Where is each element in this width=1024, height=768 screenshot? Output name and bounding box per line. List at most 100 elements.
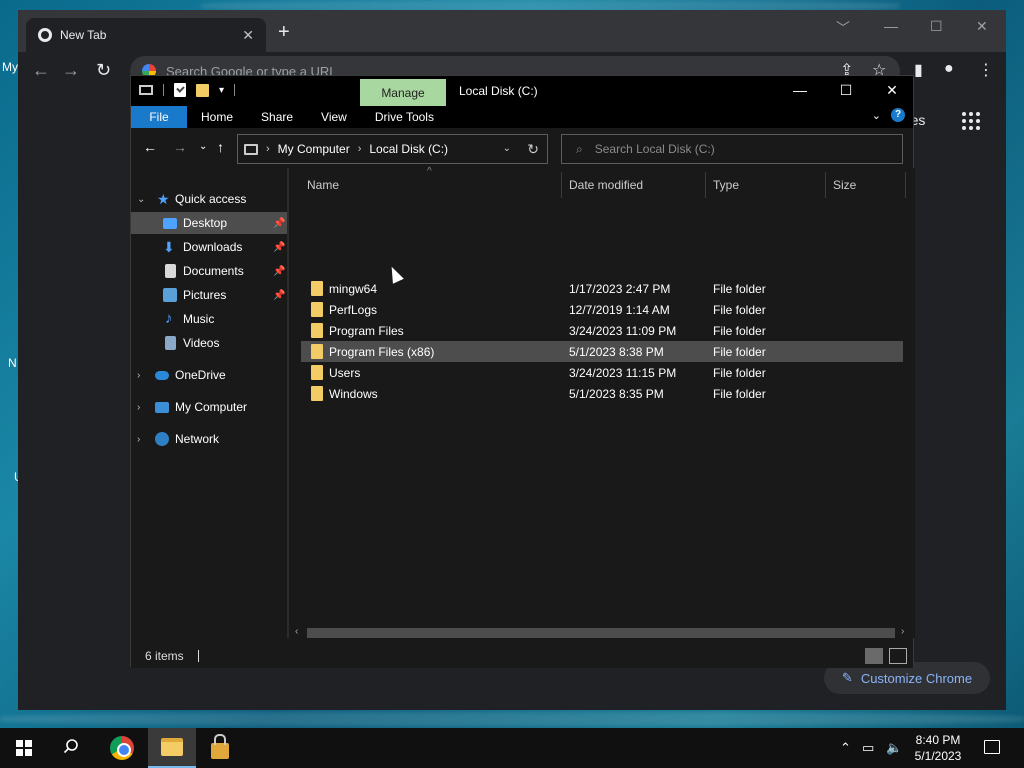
- file-row[interactable]: Windows 5/1/2023 8:35 PM File folder: [301, 383, 903, 404]
- profile-avatar-icon[interactable]: ●: [944, 60, 954, 78]
- volume-icon[interactable]: 🔈: [886, 740, 902, 756]
- chevron-right-icon[interactable]: ›: [137, 402, 140, 413]
- taskbar-app-lock[interactable]: [196, 728, 244, 768]
- column-divider[interactable]: [561, 172, 562, 198]
- close-window-button[interactable]: ✕: [976, 18, 988, 35]
- pin-icon[interactable]: 📌: [273, 218, 285, 229]
- scroll-left-icon[interactable]: ‹: [295, 626, 298, 637]
- nav-item-pictures[interactable]: Pictures 📌: [131, 284, 287, 306]
- column-header-name[interactable]: Name: [307, 174, 339, 196]
- nav-item-label: Documents: [183, 264, 244, 278]
- properties-icon[interactable]: [174, 83, 186, 97]
- search-icon[interactable]: [63, 738, 79, 754]
- tab-file[interactable]: File: [131, 106, 187, 128]
- pin-icon[interactable]: 📌: [273, 242, 285, 253]
- help-icon[interactable]: ?: [891, 108, 905, 122]
- chevron-down-icon[interactable]: ⌄: [503, 143, 511, 154]
- windows-start-icon[interactable]: [16, 740, 32, 756]
- file-row[interactable]: Users 3/24/2023 11:15 PM File folder: [301, 362, 903, 383]
- recent-locations-icon[interactable]: ⌄: [199, 142, 207, 152]
- nav-item-desktop[interactable]: Desktop 📌: [131, 212, 287, 234]
- minimize-button[interactable]: —: [884, 18, 898, 34]
- google-apps-icon[interactable]: [962, 112, 980, 130]
- column-divider[interactable]: [825, 172, 826, 198]
- folder-icon: [311, 281, 323, 296]
- file-row[interactable]: PerfLogs 12/7/2019 1:14 AM File folder: [301, 299, 903, 320]
- horizontal-scrollbar[interactable]: ‹ ›: [293, 626, 913, 640]
- tab-view[interactable]: View: [307, 106, 361, 128]
- video-icon: [165, 336, 176, 350]
- chevron-right-icon[interactable]: ›: [137, 370, 140, 381]
- desktop-icon: [163, 217, 177, 229]
- file-row[interactable]: Program Files (x86) 5/1/2023 8:38 PM Fil…: [301, 341, 903, 362]
- scrollbar-thumb[interactable]: [307, 628, 895, 638]
- column-divider[interactable]: [705, 172, 706, 198]
- menu-kebab-icon[interactable]: ⋮: [978, 60, 994, 80]
- nav-item-documents[interactable]: Documents 📌: [131, 260, 287, 282]
- tab-search-icon[interactable]: ﹀: [836, 18, 850, 38]
- address-bar[interactable]: › My Computer › Local Disk (C:) ⌄ ↻: [237, 134, 548, 164]
- minimize-button[interactable]: —: [777, 82, 823, 98]
- column-header-size[interactable]: Size: [833, 174, 856, 196]
- search-input[interactable]: ⌕ Search Local Disk (C:): [561, 134, 903, 164]
- notification-center-icon[interactable]: [984, 740, 1000, 754]
- pin-icon[interactable]: 📌: [273, 290, 285, 301]
- back-arrow-icon[interactable]: ←: [32, 61, 50, 79]
- maximize-button[interactable]: ☐: [930, 18, 943, 35]
- desktop-icon-label[interactable]: N: [8, 356, 17, 370]
- close-window-button[interactable]: ✕: [869, 82, 915, 99]
- scroll-right-icon[interactable]: ›: [901, 626, 904, 637]
- chevron-right-icon[interactable]: ›: [358, 143, 362, 155]
- taskbar-file-explorer[interactable]: [148, 728, 196, 768]
- side-panel-icon[interactable]: ▮: [914, 60, 923, 80]
- system-clock[interactable]: 8:40 PM 5/1/2023: [906, 732, 970, 764]
- pin-icon[interactable]: 📌: [273, 266, 285, 277]
- chrome-tab-favicon-icon: [38, 28, 52, 42]
- chevron-right-icon[interactable]: ›: [266, 143, 270, 155]
- folder-icon: [311, 344, 323, 359]
- tab-share[interactable]: Share: [247, 106, 307, 128]
- customize-toolbar-icon[interactable]: ▾: [219, 85, 224, 96]
- breadcrumb-my-computer[interactable]: My Computer: [278, 142, 350, 156]
- column-header-date-modified[interactable]: Date modified: [569, 174, 643, 196]
- nav-item-quick-access[interactable]: ⌄ ★ Quick access: [131, 188, 287, 210]
- nav-item-my-computer[interactable]: › My Computer: [131, 396, 287, 418]
- large-icons-view-icon[interactable]: [889, 648, 907, 664]
- nav-item-downloads[interactable]: ⬇ Downloads 📌: [131, 236, 287, 258]
- breadcrumb-local-disk[interactable]: Local Disk (C:): [369, 142, 448, 156]
- nav-item-onedrive[interactable]: › OneDrive: [131, 364, 287, 386]
- new-folder-icon[interactable]: [196, 83, 209, 97]
- window-title: Local Disk (C:): [459, 84, 538, 98]
- desktop-icon-label[interactable]: My: [2, 60, 18, 74]
- file-type: File folder: [713, 323, 766, 338]
- forward-arrow-icon[interactable]: →: [62, 61, 80, 79]
- pane-splitter[interactable]: [287, 168, 289, 638]
- back-arrow-icon[interactable]: ←: [143, 140, 157, 154]
- chevron-right-icon[interactable]: ›: [137, 434, 140, 445]
- chevron-down-icon[interactable]: ⌄: [137, 194, 145, 205]
- taskbar-chrome[interactable]: [98, 728, 146, 768]
- chevron-down-icon[interactable]: ⌄: [872, 109, 881, 122]
- forward-arrow-icon[interactable]: →: [173, 140, 187, 154]
- tab-drive-tools[interactable]: Drive Tools: [361, 106, 448, 128]
- close-icon[interactable]: ✕: [242, 27, 254, 44]
- new-tab-button[interactable]: +: [278, 22, 290, 42]
- column-divider[interactable]: [905, 172, 906, 198]
- nav-item-videos[interactable]: Videos: [131, 332, 287, 354]
- file-row[interactable]: Program Files 3/24/2023 11:09 PM File fo…: [301, 320, 903, 341]
- column-header-type[interactable]: Type: [713, 174, 739, 196]
- up-arrow-icon[interactable]: ↑: [217, 140, 224, 154]
- desktop-wallpaper-wave: [0, 712, 1024, 726]
- refresh-icon[interactable]: ↻: [527, 141, 539, 158]
- drive-icon[interactable]: [139, 85, 153, 95]
- chrome-tab-new-tab[interactable]: New Tab ✕: [26, 18, 266, 52]
- reload-icon[interactable]: ↻: [96, 61, 111, 79]
- network-icon[interactable]: ▭: [862, 740, 874, 756]
- maximize-button[interactable]: ☐: [823, 82, 869, 99]
- show-hidden-icons-icon[interactable]: ⌃: [840, 740, 851, 756]
- details-view-icon[interactable]: [865, 648, 883, 664]
- manage-contextual-tab[interactable]: Manage: [360, 79, 446, 106]
- nav-item-network[interactable]: › Network: [131, 428, 287, 450]
- nav-item-music[interactable]: ♪ Music: [131, 308, 287, 330]
- tab-home[interactable]: Home: [187, 106, 247, 128]
